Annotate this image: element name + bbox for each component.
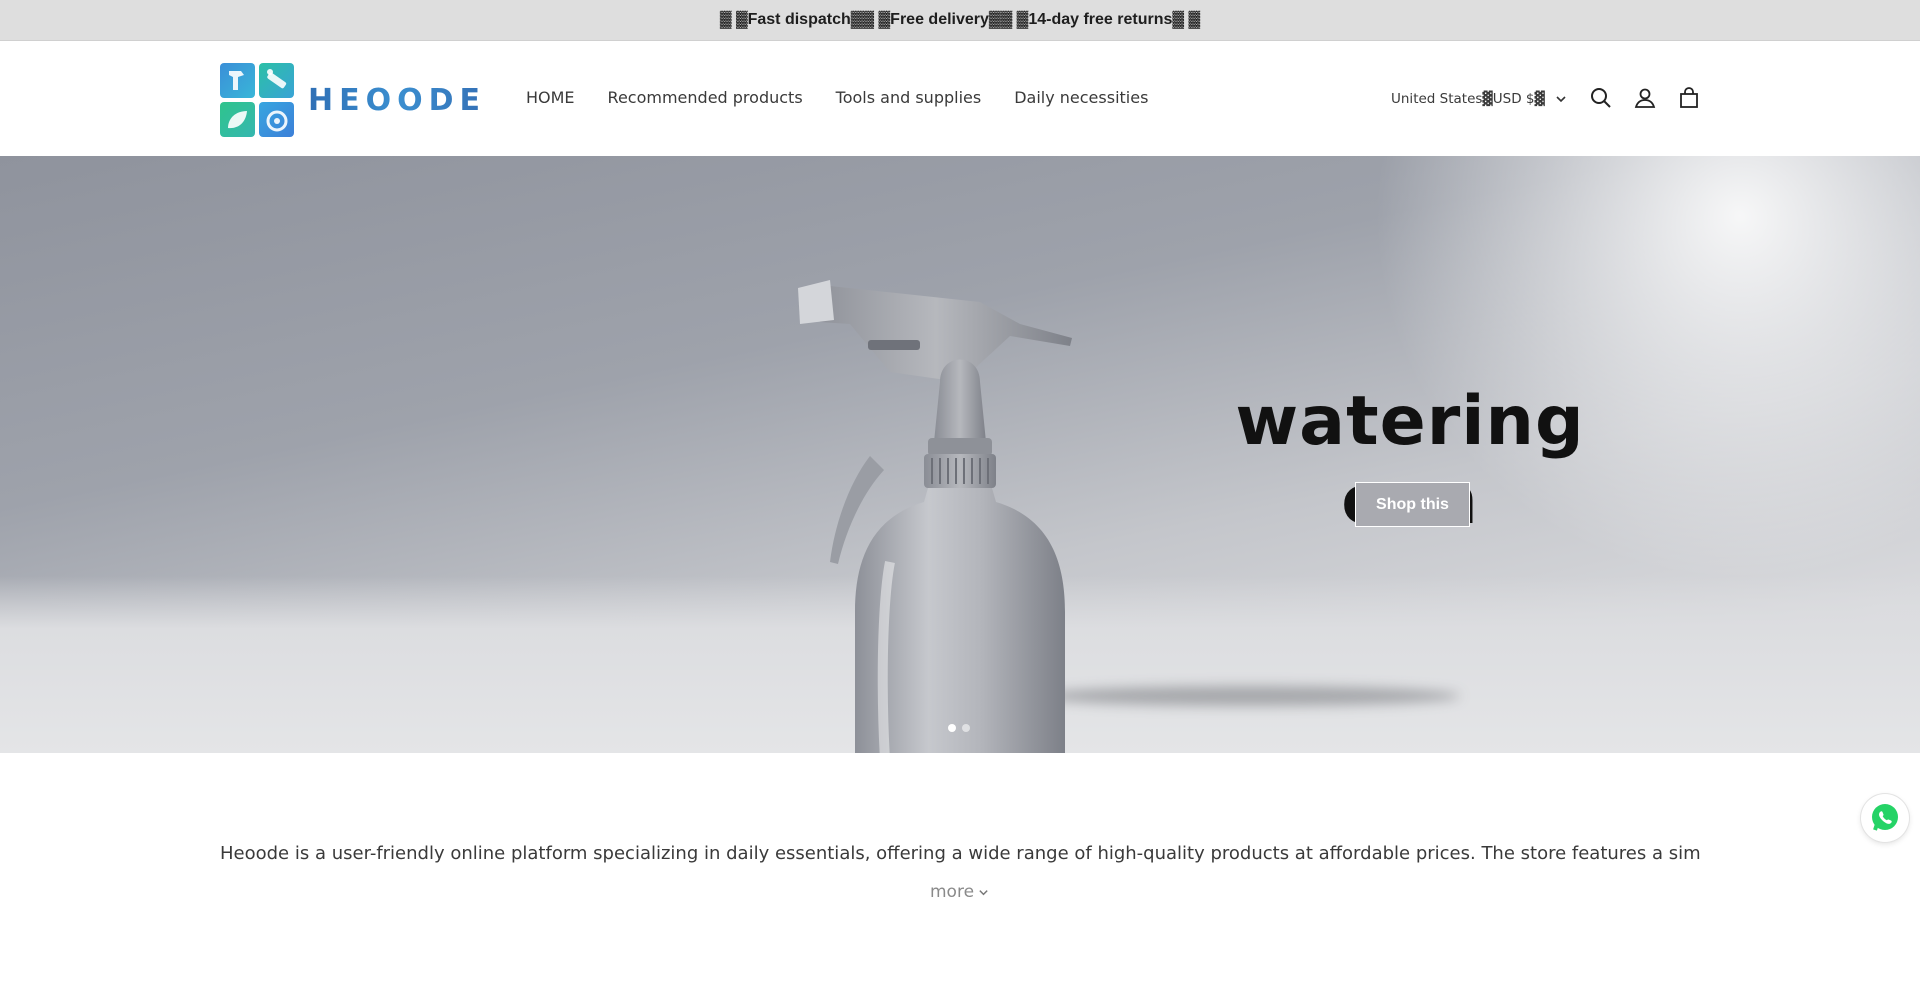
read-more-toggle[interactable]: more — [930, 882, 989, 902]
logo-wordmark: HEOODE — [308, 82, 487, 118]
main-nav: HOME Recommended products Tools and supp… — [526, 88, 1148, 107]
slide-pagination — [948, 724, 970, 732]
search-icon[interactable] — [1589, 86, 1613, 110]
slide-dot-2[interactable] — [962, 724, 970, 732]
country-currency-selector[interactable]: United States▓USD $▓ — [1391, 91, 1567, 107]
site-header: HEOODE HOME Recommended products Tools a… — [0, 41, 1920, 156]
chevron-down-icon — [1556, 96, 1566, 103]
read-more-label: more — [930, 882, 975, 902]
logo-tile — [220, 63, 255, 98]
locale-label: United States▓USD $▓ — [1391, 91, 1545, 107]
chevron-down-icon — [979, 889, 988, 895]
store-logo[interactable]: HEOODE — [220, 63, 486, 137]
logo-tile — [259, 63, 294, 98]
account-icon[interactable] — [1633, 86, 1657, 110]
announcement-bar: ▓ ▓Fast dispatch▓▓ ▓Free delivery▓▓ ▓14-… — [0, 0, 1920, 41]
logo-tile — [220, 102, 255, 137]
nav-recommended-products[interactable]: Recommended products — [608, 88, 803, 107]
logo-mark-icon — [220, 63, 294, 137]
nav-daily-necessities[interactable]: Daily necessities — [1014, 88, 1148, 107]
nav-tools-and-supplies[interactable]: Tools and supplies — [836, 88, 982, 107]
whatsapp-chat-button[interactable] — [1861, 794, 1909, 842]
hero-slideshow: watering can Shop this — [0, 156, 1920, 753]
bottle-shadow — [1040, 686, 1460, 706]
shop-this-button[interactable]: Shop this — [1355, 482, 1470, 527]
nav-home[interactable]: HOME — [526, 88, 575, 107]
logo-tile — [259, 102, 294, 137]
store-description: Heoode is a user-friendly online platfor… — [220, 843, 1700, 864]
slide-dot-1[interactable] — [948, 724, 956, 732]
spray-bottle-image — [798, 280, 1072, 753]
whatsapp-icon — [1872, 804, 1898, 831]
announcement-text: ▓ ▓Fast dispatch▓▓ ▓Free delivery▓▓ ▓14-… — [719, 11, 1201, 28]
cart-icon[interactable] — [1677, 86, 1701, 110]
